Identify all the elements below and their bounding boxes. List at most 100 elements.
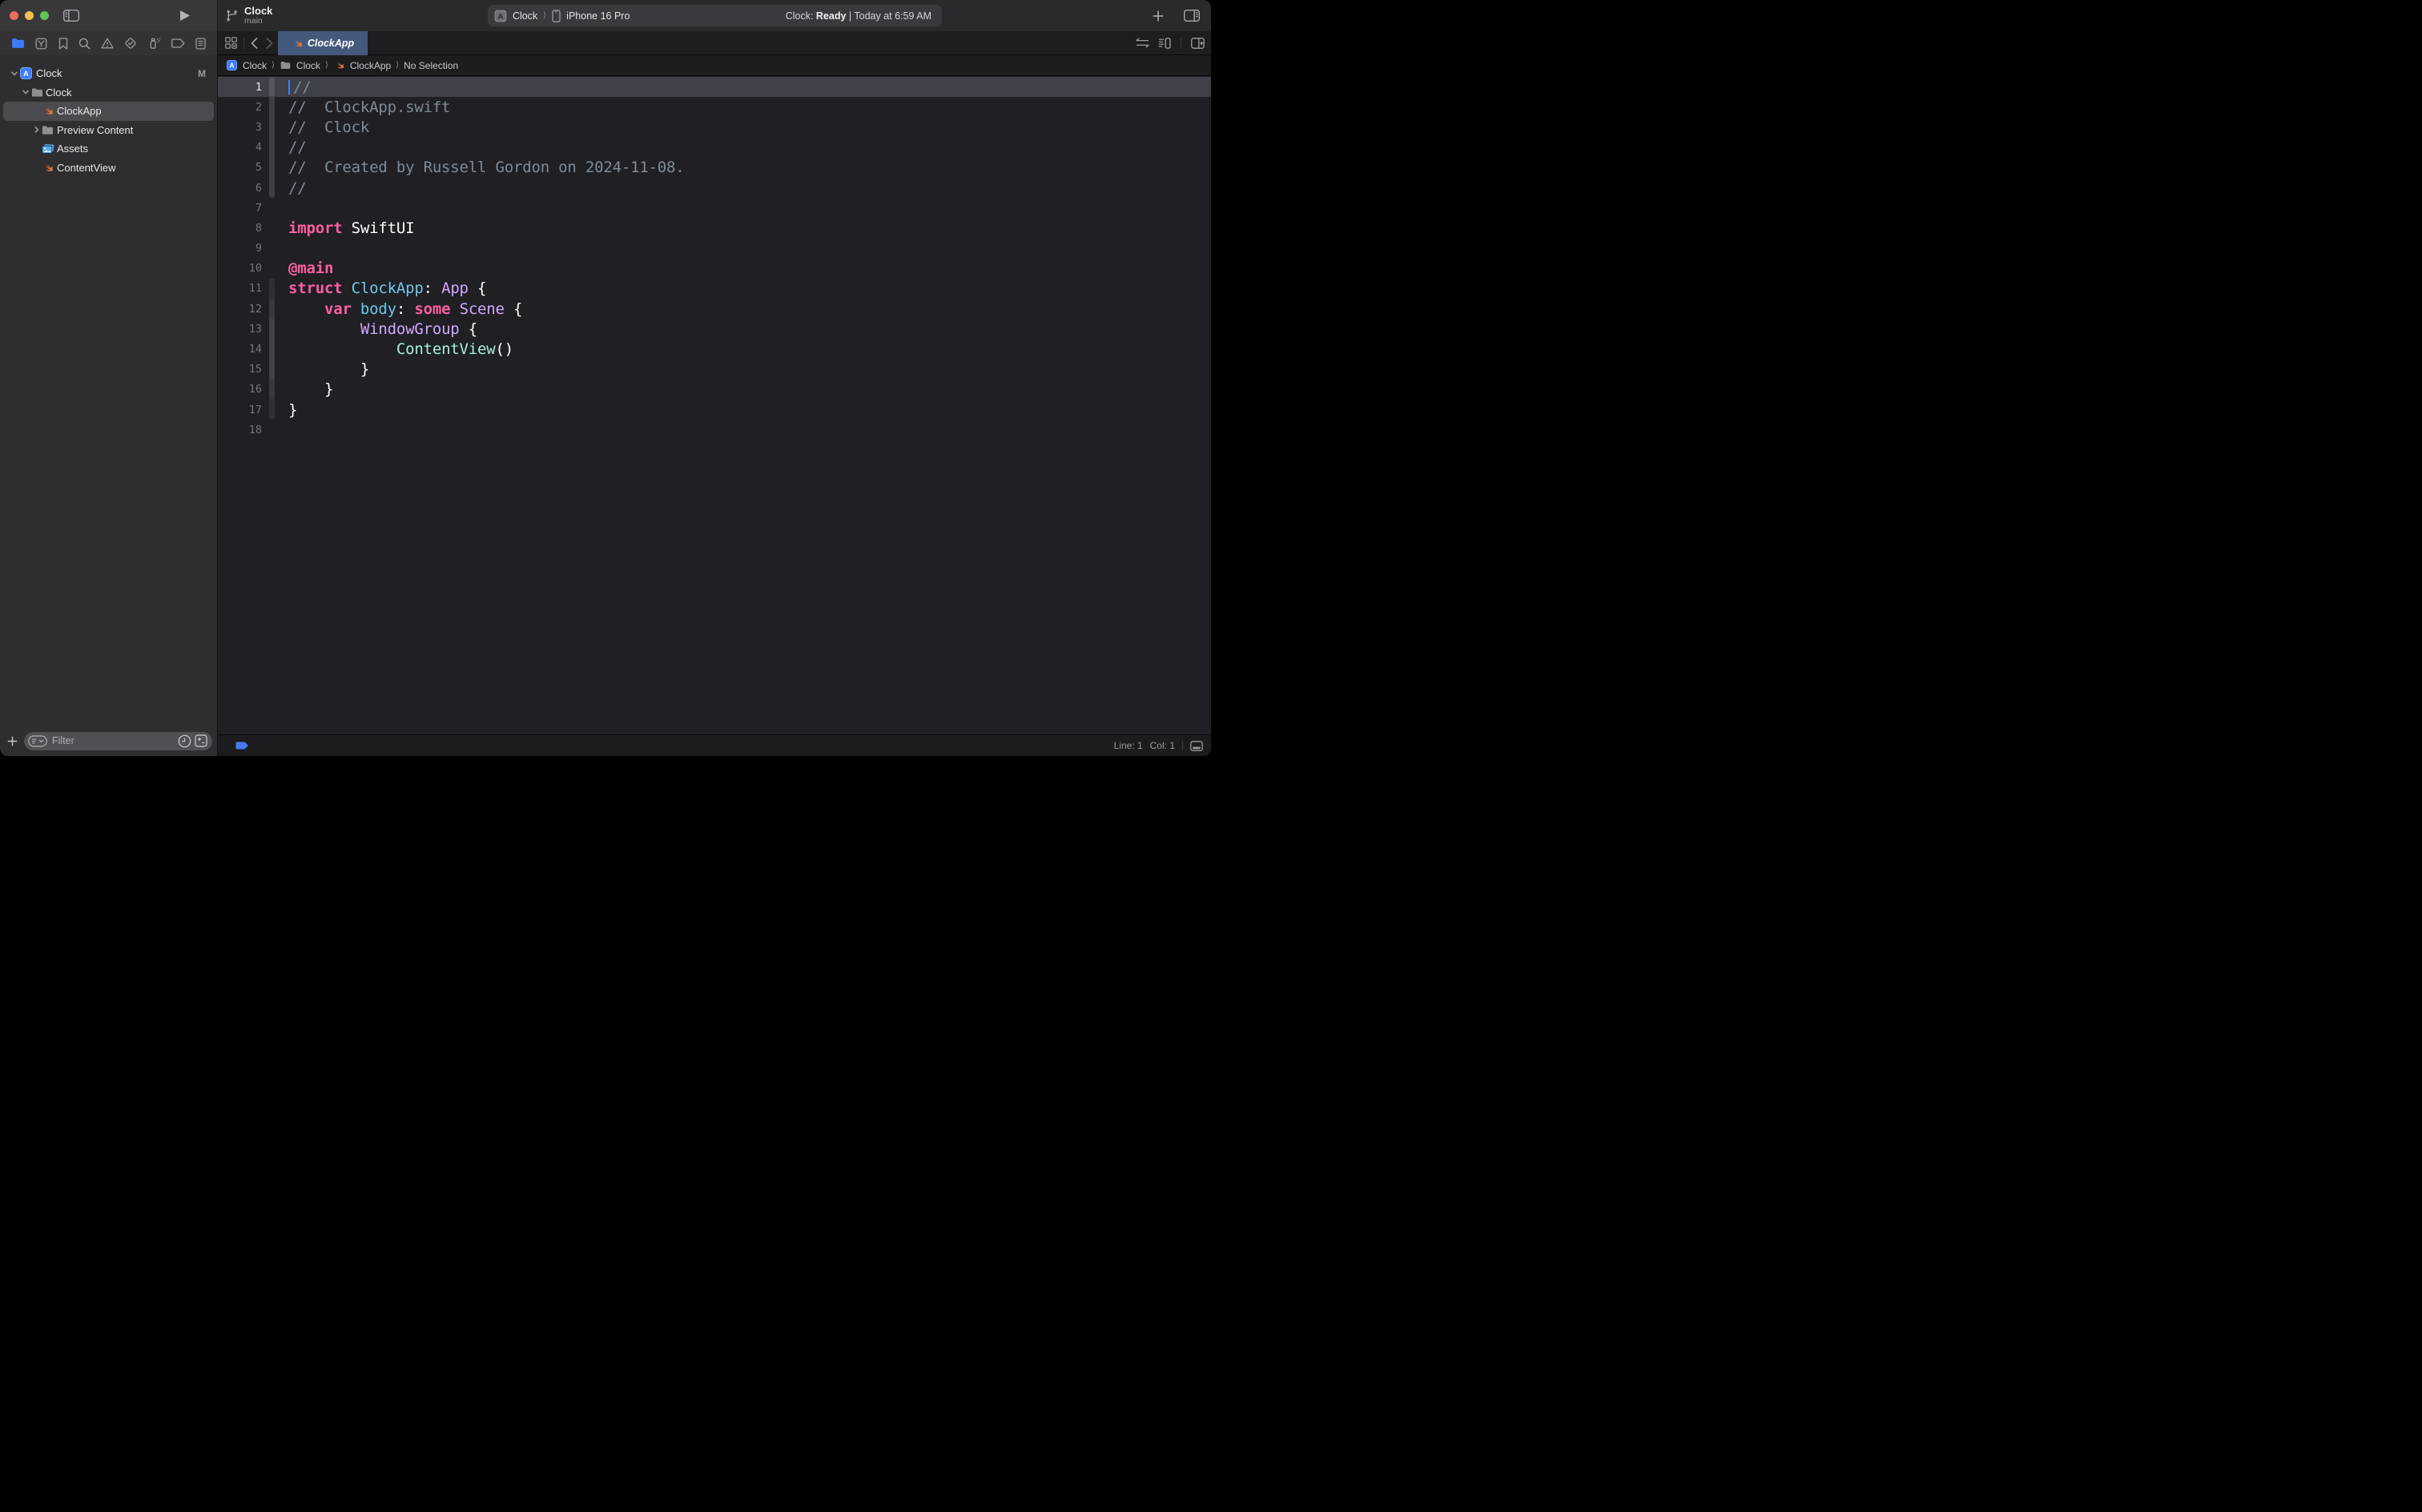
minimap-adjust-icon[interactable] bbox=[1158, 38, 1171, 49]
toggle-navigator-icon[interactable] bbox=[63, 10, 79, 22]
disclosure-down-icon[interactable] bbox=[22, 88, 30, 96]
filter-field[interactable]: Filter bbox=[24, 732, 212, 750]
code-line-2: 2// ClockApp.swift bbox=[218, 97, 1211, 117]
code-line-10: 10@main bbox=[218, 259, 1211, 279]
line-number[interactable]: 6 bbox=[218, 182, 262, 195]
cursor-line-indicator: Line: 1 bbox=[1114, 740, 1143, 751]
line-number[interactable]: 4 bbox=[218, 141, 262, 154]
breadcrumb-label: No Selection bbox=[404, 60, 458, 71]
tests-navigator-icon[interactable] bbox=[124, 37, 137, 50]
titlebar: Clock main A Clock ⟩ iPhone 16 Pro Clock… bbox=[0, 0, 1211, 31]
navigator-filter-bar: Filter bbox=[0, 729, 217, 756]
scheme-target: Clock bbox=[513, 10, 537, 22]
close-button[interactable] bbox=[10, 11, 18, 20]
code-text: // bbox=[288, 78, 311, 96]
code-line-18: 18 bbox=[218, 420, 1211, 440]
scm-branch-block[interactable]: Clock main bbox=[218, 6, 272, 26]
tree-item-clock[interactable]: AClockM bbox=[0, 64, 217, 83]
tree-item-contentview[interactable]: ContentView bbox=[0, 159, 217, 178]
line-number[interactable]: 14 bbox=[218, 343, 262, 356]
project-title: Clock bbox=[244, 6, 272, 17]
minimize-button[interactable] bbox=[25, 11, 34, 20]
run-button[interactable] bbox=[180, 10, 190, 21]
line-number[interactable]: 15 bbox=[218, 363, 262, 376]
breakpoint-indicator-icon[interactable] bbox=[235, 742, 249, 750]
code-text: WindowGroup { bbox=[288, 320, 477, 338]
go-back-icon[interactable] bbox=[251, 38, 258, 49]
tree-item-preview-content[interactable]: Preview Content bbox=[0, 121, 217, 140]
xcode-window: Clock main A Clock ⟩ iPhone 16 Pro Clock… bbox=[0, 0, 1211, 756]
tree-item-clockapp[interactable]: ClockApp bbox=[0, 102, 217, 121]
code-line-16: 16 } bbox=[218, 380, 1211, 400]
breadcrumb-separator-icon: ⟩ bbox=[272, 61, 275, 70]
code-review-icon[interactable] bbox=[1136, 38, 1149, 48]
text-cursor bbox=[288, 80, 290, 94]
bookmarks-navigator-icon[interactable] bbox=[58, 38, 68, 50]
branch-icon bbox=[226, 9, 239, 22]
add-editor-icon[interactable] bbox=[1191, 38, 1205, 49]
titlebar-toolbar: Clock main A Clock ⟩ iPhone 16 Pro Clock… bbox=[218, 0, 1211, 31]
folder-icon bbox=[42, 125, 54, 135]
reports-navigator-icon[interactable] bbox=[195, 38, 206, 50]
related-items-icon[interactable] bbox=[225, 37, 237, 49]
tree-item-label: Preview Content bbox=[57, 124, 133, 136]
source-control-navigator-icon[interactable] bbox=[35, 38, 47, 50]
source-editor[interactable]: 1//2// ClockApp.swift3// Clock4//5// Cre… bbox=[218, 76, 1211, 734]
line-number[interactable]: 2 bbox=[218, 101, 262, 114]
code-line-15: 15 } bbox=[218, 360, 1211, 380]
scm-changes-filter-icon[interactable] bbox=[195, 734, 207, 747]
tree-item-clock[interactable]: Clock bbox=[0, 83, 217, 103]
line-number[interactable]: 5 bbox=[218, 161, 262, 174]
disclosure-right-icon[interactable] bbox=[33, 126, 41, 134]
add-button[interactable] bbox=[1153, 10, 1164, 22]
tree-item-assets[interactable]: Assets bbox=[0, 139, 217, 159]
line-number[interactable]: 13 bbox=[218, 323, 262, 336]
filter-placeholder: Filter bbox=[52, 735, 173, 746]
traffic-lights bbox=[10, 11, 49, 20]
project-navigator-icon[interactable] bbox=[11, 38, 25, 49]
debug-navigator-icon[interactable] bbox=[148, 37, 161, 50]
line-number[interactable]: 3 bbox=[218, 121, 262, 134]
line-number[interactable]: 1 bbox=[218, 81, 262, 94]
code-line-7: 7 bbox=[218, 198, 1211, 218]
scm-status-badge: M bbox=[198, 68, 206, 79]
zoom-button[interactable] bbox=[40, 11, 49, 20]
app-icon: A bbox=[20, 67, 32, 79]
toggle-inspector-icon[interactable] bbox=[1184, 10, 1200, 22]
line-number[interactable]: 7 bbox=[218, 202, 262, 215]
disclosure-down-icon[interactable] bbox=[10, 70, 18, 78]
navigator-tab-bar bbox=[0, 31, 217, 55]
editor-area: ClockApp AClock⟩Clock⟩ClockApp⟩No Select… bbox=[218, 31, 1211, 756]
line-number[interactable]: 18 bbox=[218, 424, 262, 436]
line-number[interactable]: 8 bbox=[218, 222, 262, 235]
breadcrumb-no-selection[interactable]: No Selection bbox=[404, 60, 458, 71]
tree-item-label: ContentView bbox=[57, 162, 115, 174]
line-number[interactable]: 16 bbox=[218, 383, 262, 396]
line-number[interactable]: 9 bbox=[218, 242, 262, 255]
add-item-button[interactable] bbox=[7, 736, 18, 746]
line-number[interactable]: 10 bbox=[218, 262, 262, 275]
breakpoints-navigator-icon[interactable] bbox=[171, 38, 185, 48]
line-number[interactable]: 17 bbox=[218, 404, 262, 416]
editor-tab-clockapp[interactable]: ClockApp bbox=[278, 31, 368, 55]
swift-file-icon bbox=[292, 38, 303, 49]
breadcrumb-clock[interactable]: Clock bbox=[280, 60, 320, 71]
svg-text:A: A bbox=[498, 12, 504, 21]
toggle-debug-area-icon[interactable] bbox=[1190, 741, 1203, 751]
find-navigator-icon[interactable] bbox=[78, 38, 91, 50]
line-number[interactable]: 12 bbox=[218, 303, 262, 316]
scheme-selector[interactable]: A Clock ⟩ iPhone 16 Pro bbox=[494, 10, 630, 22]
go-forward-icon[interactable] bbox=[266, 38, 273, 49]
project-navigator-tree: AClockMClockClockApp Preview Content Asset… bbox=[0, 55, 217, 729]
code-text: import SwiftUI bbox=[288, 219, 414, 237]
code-line-12: 12 var body: some Scene { bbox=[218, 299, 1211, 319]
code-line-11: 11struct ClockApp: App { bbox=[218, 279, 1211, 299]
issues-navigator-icon[interactable] bbox=[101, 38, 114, 49]
recent-files-icon[interactable] bbox=[178, 734, 191, 748]
breadcrumb-clockapp[interactable]: ClockApp bbox=[333, 59, 391, 71]
code-text: } bbox=[288, 401, 297, 419]
breadcrumb-clock[interactable]: AClock bbox=[226, 59, 267, 71]
line-number[interactable]: 11 bbox=[218, 282, 262, 295]
filter-menu-icon[interactable] bbox=[28, 735, 47, 747]
assets-icon bbox=[42, 143, 54, 155]
